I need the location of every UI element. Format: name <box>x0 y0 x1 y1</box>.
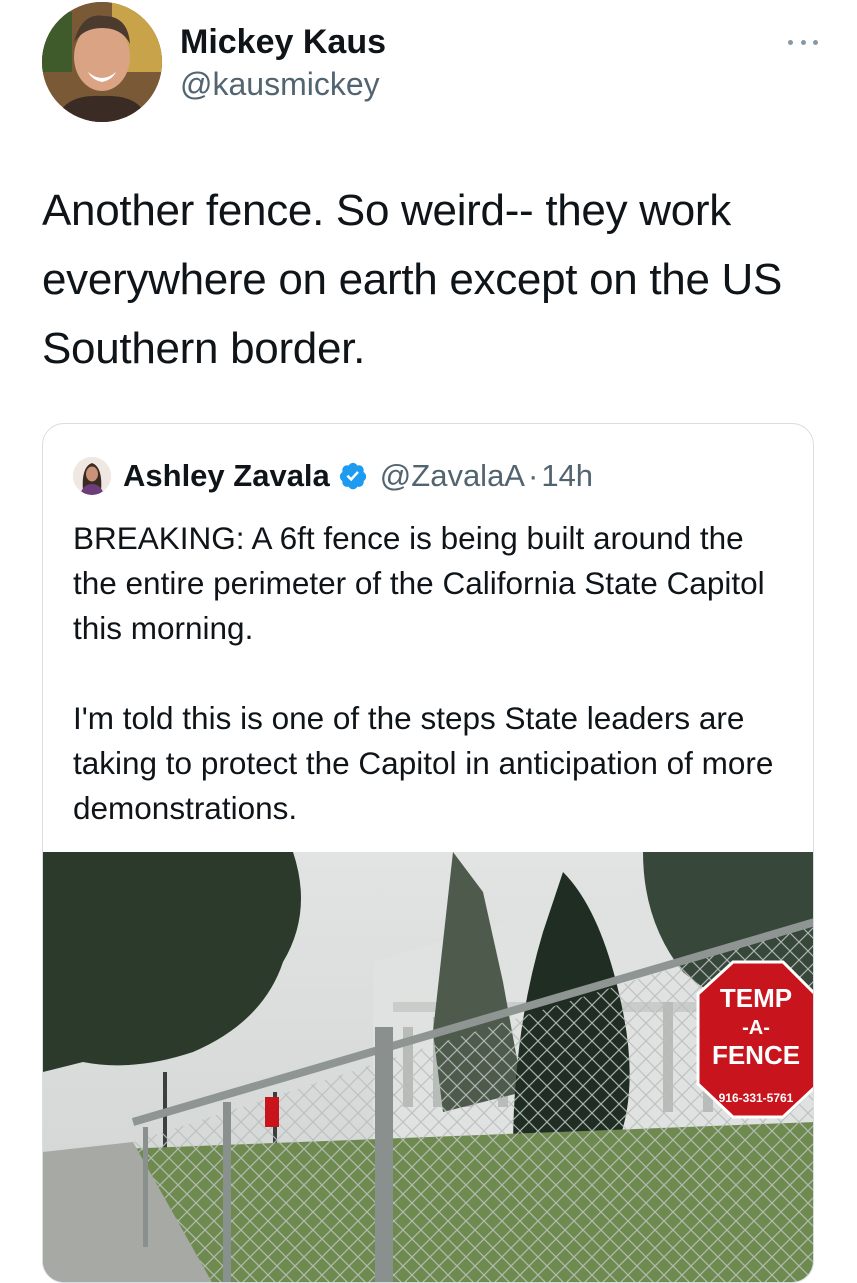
tweet-text: Another fence. So weird-- they work ever… <box>42 186 783 373</box>
quoted-tweet-text: BREAKING: A 6ft fence is being built aro… <box>73 516 793 876</box>
temp-a-fence-sign: TEMP -A- FENCE 916-331-5761 <box>696 960 813 1119</box>
author-avatar[interactable] <box>42 2 162 122</box>
more-options-icon[interactable] <box>788 36 818 48</box>
quoted-author-handle[interactable]: @ZavalaA <box>380 458 525 494</box>
quoted-tweet-card[interactable]: Ashley Zavala @ZavalaA · 14h BREAKING: A… <box>42 423 814 1283</box>
quoted-paragraph-2: I'm told this is one of the steps State … <box>73 700 774 826</box>
quoted-tweet-header: Ashley Zavala @ZavalaA · 14h <box>73 454 593 498</box>
sign-text-a: -A- <box>742 1017 770 1039</box>
separator-dot: · <box>528 458 539 493</box>
fence-photo: TEMP -A- FENCE 916-331-5761 <box>43 852 813 1282</box>
quoted-tweet-time[interactable]: 14h <box>541 458 593 494</box>
quoted-author-name[interactable]: Ashley Zavala <box>123 458 330 494</box>
author-name[interactable]: Mickey Kaus <box>180 22 386 62</box>
author-handle[interactable]: @kausmickey <box>180 64 386 104</box>
sign-text-temp: TEMP <box>720 983 792 1013</box>
verified-badge-icon <box>339 462 366 490</box>
quoted-user-avatar-icon <box>73 457 111 495</box>
sign-text-fence: FENCE <box>712 1040 800 1070</box>
quoted-author-avatar[interactable] <box>73 457 111 495</box>
quoted-paragraph-1: BREAKING: A 6ft fence is being built aro… <box>73 520 765 646</box>
user-avatar-icon <box>42 2 162 122</box>
sign-text-phone: 916-331-5761 <box>719 1091 794 1105</box>
quoted-tweet-image[interactable]: TEMP -A- FENCE 916-331-5761 <box>43 852 813 1282</box>
tweet-header: Mickey Kaus @kausmickey <box>42 2 822 126</box>
